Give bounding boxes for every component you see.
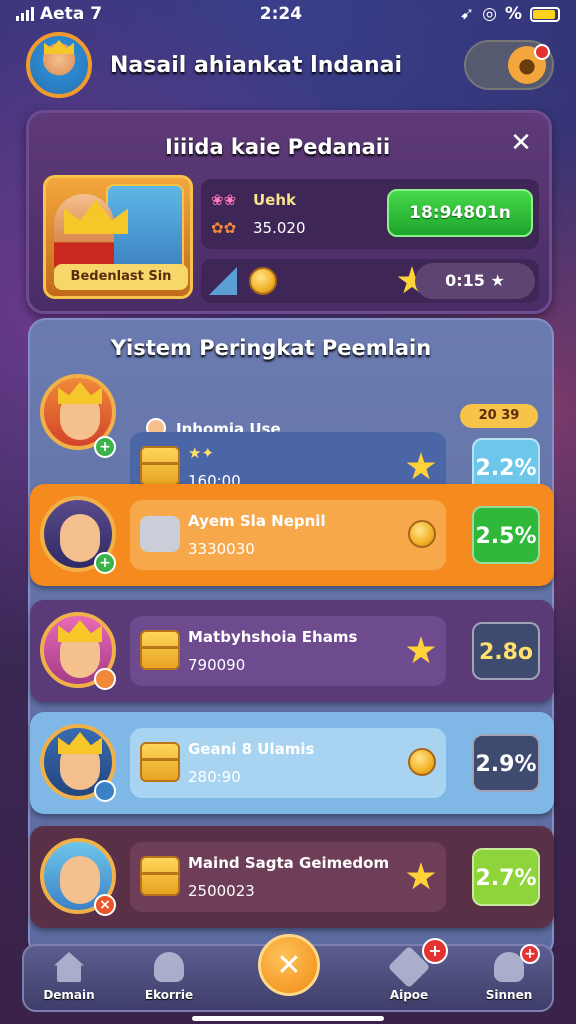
coin-icon xyxy=(94,668,116,690)
row-box: Ayem Sla Nepnil 3330030 xyxy=(130,500,446,570)
player-name: Maind Sagta Geimedom xyxy=(188,854,390,872)
nav-label: Aipoe xyxy=(389,988,429,1002)
shield-icon xyxy=(94,780,116,802)
percent-badge: 2.5% xyxy=(472,506,540,564)
header: Nasail ahiankat lndanai ● xyxy=(26,32,554,98)
player-info-row: ❀❀ Uehk ✿✿ 35.020 18:94801n xyxy=(201,179,539,249)
coin-icon xyxy=(249,267,277,295)
player-score: 2500023 xyxy=(188,882,255,900)
player-name: Geani 8 Ulamis xyxy=(188,740,315,758)
profile-avatar[interactable] xyxy=(26,32,92,98)
coin-icon xyxy=(408,520,436,548)
plus-icon: + xyxy=(94,552,116,574)
timer-pill: 0:15 ★ xyxy=(415,263,535,299)
home-icon xyxy=(54,952,84,982)
notification-dot xyxy=(534,44,550,60)
timer-value: 0:15 xyxy=(445,271,485,290)
carrier-label: Aeta 7 xyxy=(40,4,103,24)
center-action-button[interactable]: ✕ xyxy=(258,934,320,996)
medal-icon xyxy=(408,748,436,776)
player-score: 35.020 xyxy=(253,219,306,237)
chest-icon xyxy=(140,856,180,896)
ranking-row[interactable]: Matbyhshoia Ehams 790090 2.8o xyxy=(30,600,554,702)
gear-icon xyxy=(140,516,180,552)
reward-row: 0:15 ★ xyxy=(201,259,539,303)
star-icon xyxy=(406,452,436,480)
nav-label: Demain xyxy=(43,988,95,1002)
settings-toggle-button[interactable]: ● xyxy=(464,40,554,90)
star-icon xyxy=(406,862,436,890)
location-icon: ➹ xyxy=(459,4,475,24)
player-name: Matbyhshoia Ehams xyxy=(188,628,358,646)
star-icon xyxy=(406,636,436,664)
player-score: 790090 xyxy=(188,656,246,674)
crown-icon xyxy=(44,40,74,54)
hero-label: Bedenlast Sin xyxy=(54,264,188,290)
row-box: Geani 8 Ulamis 280:90 xyxy=(130,728,446,798)
player-score: 3330030 xyxy=(188,540,255,558)
percent-badge: 2.8o xyxy=(472,622,540,680)
percent-badge: 2.7% xyxy=(472,848,540,906)
chest-icon xyxy=(140,742,180,782)
battery-icon xyxy=(529,6,560,22)
user-icon xyxy=(154,952,184,982)
alarm-icon: ◎ xyxy=(482,4,497,24)
signal-icon xyxy=(16,7,34,21)
nav-label: Sinnen xyxy=(485,988,533,1002)
close-icon: × xyxy=(94,894,116,916)
home-indicator xyxy=(192,1016,384,1021)
nav-item-settings[interactable]: Sinnen + xyxy=(464,944,554,1002)
chest-icon xyxy=(140,446,180,486)
plus-icon: + xyxy=(94,436,116,458)
star-rating-icon: ★✦ xyxy=(188,444,215,462)
ranking-title: Yistem Peringkat Peemlain xyxy=(110,336,432,360)
hero-portrait xyxy=(54,194,114,274)
ranking-row[interactable]: + Ayem Sla Nepnil 3330030 2.5% xyxy=(30,484,554,586)
promo-title: Iiiida kaie Pedanaii xyxy=(165,135,391,159)
plus-badge-icon: + xyxy=(520,944,540,964)
badge: 20 39 xyxy=(460,404,538,428)
ranking-panel: Yistem Peringkat Peemlain + Inhomia Use … xyxy=(28,318,554,958)
claim-button[interactable]: 18:94801n xyxy=(387,189,533,237)
player-name: Uehk xyxy=(253,191,297,209)
status-bar: Aeta 7 2:24 ➹ ◎ % xyxy=(0,0,576,28)
battery-percent: % xyxy=(504,4,522,24)
percent-badge: 2.9% xyxy=(472,734,540,792)
row-box: Matbyhshoia Ehams 790090 xyxy=(130,616,446,686)
ranking-row[interactable]: × Maind Sagta Geimedom 2500023 2.7% xyxy=(30,826,554,928)
player-name: Ayem Sla Nepnil xyxy=(188,512,326,530)
plus-badge-icon: + xyxy=(422,938,448,964)
nav-label: Ekorrie xyxy=(144,988,194,1002)
chest-icon xyxy=(140,630,180,670)
nav-item-profile[interactable]: Ekorrie xyxy=(124,952,214,1002)
nav-item-home[interactable]: Demain xyxy=(24,952,114,1002)
gem-icon: ❀❀ xyxy=(211,191,237,209)
ranking-row[interactable]: + Inhomia Use 20 39 ★✦ 160:00 2.2% xyxy=(30,360,554,500)
player-score: 280:90 xyxy=(188,768,241,786)
hero-card[interactable]: Bedenlast Sin xyxy=(43,175,193,299)
promo-panel: Iiiida kaie Pedanaii ✕ Bedenlast Sin ❀❀ … xyxy=(26,110,552,314)
close-icon[interactable]: ✕ xyxy=(507,129,535,157)
flower-icon: ✿✿ xyxy=(211,219,237,237)
nav-item-tools[interactable]: Aipoe + xyxy=(364,938,454,1002)
row-box: Maind Sagta Geimedom 2500023 xyxy=(130,842,446,912)
page-title: Nasail ahiankat lndanai xyxy=(110,52,402,78)
bottom-nav: Demain Ekorrie ✕ Aipoe + Sinnen + xyxy=(22,934,554,1012)
arrow-icon xyxy=(209,267,237,295)
clock: 2:24 xyxy=(259,4,303,24)
ranking-row[interactable]: Geani 8 Ulamis 280:90 2.9% xyxy=(30,712,554,814)
